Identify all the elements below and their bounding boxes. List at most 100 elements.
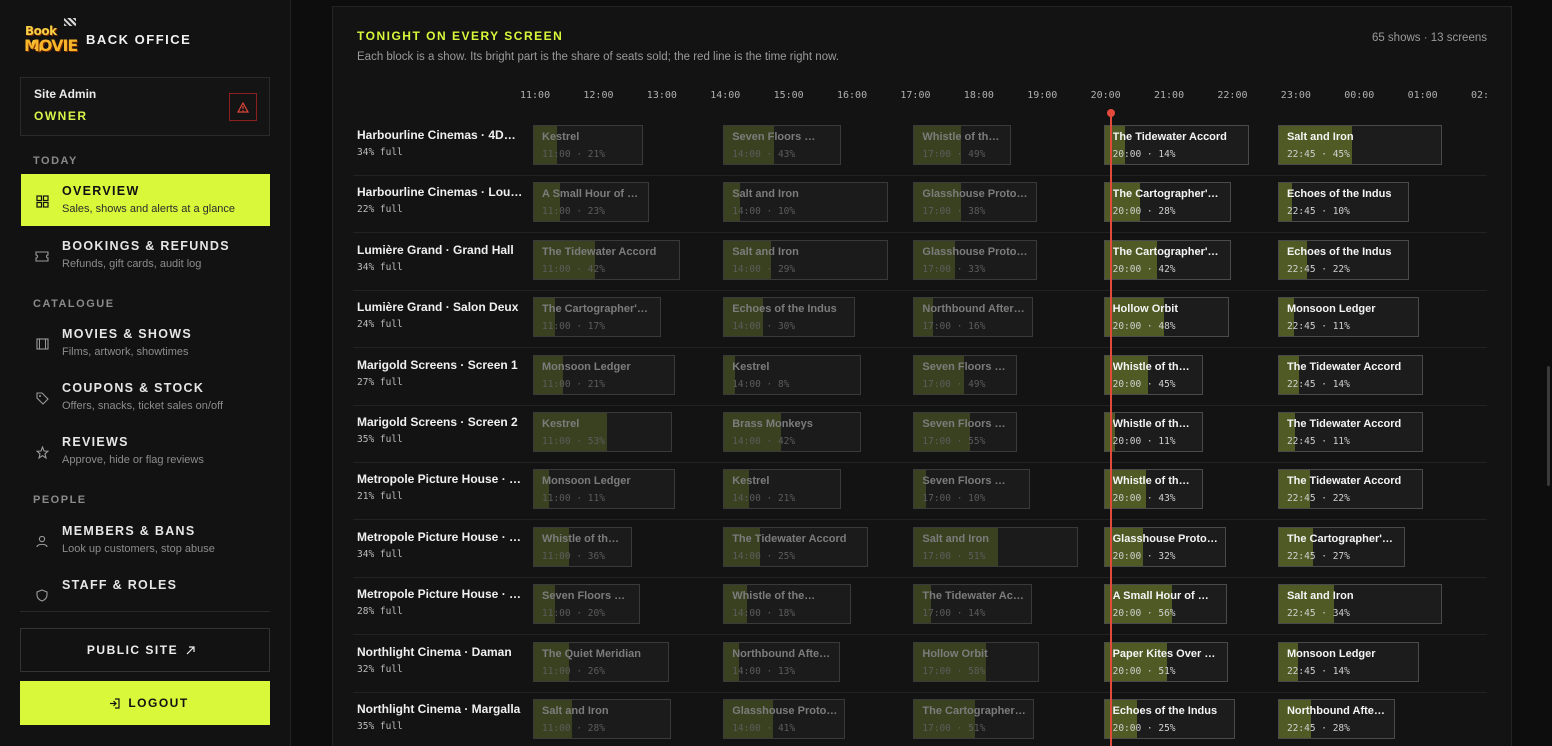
show-block[interactable]: Whistle of the… 14:00 · 18% [723, 584, 852, 625]
show-block[interactable]: Hollow Orbit 17:00 · 58% [913, 641, 1040, 682]
show-block[interactable]: The Cartographer's… 20:00 · 42% [1103, 239, 1231, 280]
public-site-button[interactable]: PUBLIC SITE [20, 628, 270, 672]
show-block[interactable]: A Small Hour of … 20:00 · 56% [1103, 584, 1227, 625]
nav-coupons-stock[interactable]: COUPONS & STOCK Offers, snacks, ticket s… [21, 371, 270, 423]
brand[interactable]: Book My MOVIE BACK OFFICE [22, 18, 191, 60]
logout-button[interactable]: LOGOUT [20, 681, 270, 725]
show-block[interactable]: Monsoon Ledger 22:45 · 11% [1277, 297, 1419, 338]
show-meta: 20:00 · 14% [1112, 149, 1176, 160]
screen-row: Marigold Screens · Screen 2 35% full Kestr… [353, 406, 1487, 463]
show-meta: 17:00 · 51% [922, 723, 986, 734]
show-block[interactable]: Echoes of the Indus 20:00 · 25% [1103, 699, 1235, 739]
screen-name[interactable]: Marigold Screens · Screen 1 [357, 358, 523, 372]
show-block[interactable]: Northbound After… 14:00 · 13% [723, 641, 841, 682]
show-block[interactable]: Salt and Iron 22:45 · 45% [1277, 125, 1442, 165]
show-block[interactable]: Whistle of the… 11:00 · 36% [533, 526, 632, 567]
screen-row: Marigold Screens · Screen 1 27% full Monso… [353, 349, 1487, 406]
show-block[interactable]: Hollow Orbit 20:00 · 48% [1103, 297, 1229, 338]
book-my-movie-logo[interactable]: Book My MOVIE [22, 18, 78, 60]
show-block[interactable]: The Cartographer's… 17:00 · 51% [913, 699, 1035, 739]
show-block[interactable]: Glasshouse Proto… 20:00 · 32% [1103, 526, 1226, 567]
show-meta: 20:00 · 11% [1112, 436, 1176, 447]
show-block[interactable]: Brass Monkeys 14:00 · 42% [723, 412, 862, 452]
screen-name[interactable]: Metropole Picture House · … [357, 472, 523, 486]
show-block[interactable]: Monsoon Ledger 22:45 · 14% [1277, 641, 1419, 682]
show-meta: 20:00 · 42% [1112, 263, 1176, 275]
show-block[interactable]: Salt and Iron 14:00 · 29% [723, 239, 889, 280]
show-title: Whistle of the… [542, 532, 625, 545]
show-title: Seven Floors … [922, 418, 1006, 430]
show-block[interactable]: Seven Floors … 11:00 · 20% [533, 584, 640, 625]
show-block[interactable]: Kestrel 11:00 · 53% [533, 412, 672, 452]
show-block[interactable]: The Tidewater Accord 22:45 · 14% [1277, 354, 1423, 395]
show-block[interactable]: A Small Hour of … 11:00 · 23% [533, 182, 649, 223]
show-block[interactable]: Kestrel 14:00 · 8% [723, 354, 862, 395]
screen-name[interactable]: Metropole Picture House · … [357, 530, 523, 544]
show-block[interactable]: Seven Floors … 17:00 · 55% [913, 412, 1018, 452]
show-block[interactable]: Salt and Iron 17:00 · 51% [913, 526, 1079, 567]
screen-name[interactable]: Marigold Screens · Screen 2 [357, 415, 523, 429]
screen-row: Harbourline Cinemas · 4DX … 34% full Kestr… [353, 119, 1487, 176]
nav-movies-shows[interactable]: MOVIES & SHOWS Films, artwork, showtimes [21, 317, 270, 369]
show-title: The Tidewater Accord [542, 245, 657, 258]
show-title: Hollow Orbit [1112, 303, 1178, 316]
show-block[interactable]: The Cartographer's… 20:00 · 28% [1103, 182, 1231, 223]
show-block[interactable]: The Cartographer's… 11:00 · 17% [533, 297, 661, 338]
screen-name[interactable]: Lumière Grand · Salon Deux [357, 300, 523, 314]
show-block[interactable]: Salt and Iron 14:00 · 10% [723, 182, 889, 223]
screen-name[interactable]: Harbourline Cinemas · Lou… [357, 185, 523, 199]
nav-staff-roles[interactable]: STAFF & ROLES [21, 568, 270, 608]
screen-fill-percent: 28% full [357, 606, 403, 618]
panel-title: TONIGHT ON EVERY SCREEN [357, 29, 564, 43]
show-block[interactable]: Glasshouse Proto… 17:00 · 33% [913, 239, 1038, 280]
screen-name[interactable]: Harbourline Cinemas · 4DX … [357, 128, 523, 142]
show-title: The Quiet Meridian [542, 647, 642, 660]
show-block[interactable]: Echoes of the Indus 22:45 · 10% [1277, 182, 1409, 223]
show-block[interactable]: Paper Kites Over L… 20:00 · 51% [1103, 641, 1228, 682]
show-block[interactable]: Monsoon Ledger 11:00 · 21% [533, 354, 675, 395]
screen-row: Lumière Grand · Grand Hall 34% full The Ti… [353, 234, 1487, 291]
screen-name[interactable]: Northlight Cinema · Margalla [357, 702, 523, 716]
show-block[interactable]: The Tidewater Accord 14:00 · 25% [723, 526, 869, 567]
show-block[interactable]: Whistle of the… 20:00 · 11% [1103, 412, 1203, 452]
show-block[interactable]: The Tidewater Accord 11:00 · 42% [533, 239, 680, 280]
show-block[interactable]: The Tidewater Accord 22:45 · 22% [1277, 469, 1423, 510]
show-block[interactable]: Whistle of the… 17:00 · 49% [913, 125, 1012, 165]
screen-name[interactable]: Lumière Grand · Grand Hall [357, 243, 523, 257]
show-block[interactable]: Glasshouse Proto… 14:00 · 41% [723, 699, 846, 739]
show-block[interactable]: Salt and Iron 11:00 · 28% [533, 699, 671, 739]
nav-coupons-title: COUPONS & STOCK [62, 381, 205, 395]
show-block[interactable]: Salt and Iron 22:45 · 34% [1277, 584, 1442, 625]
show-block[interactable]: Seven Floors … 17:00 · 49% [913, 354, 1018, 395]
show-block[interactable]: Kestrel 14:00 · 21% [723, 469, 842, 510]
show-block[interactable]: The Quiet Meridian 11:00 · 26% [533, 641, 669, 682]
time-tick: 15:00 [773, 90, 804, 101]
show-block[interactable]: The Tidewater Accord 17:00 · 14% [913, 584, 1033, 625]
screen-name[interactable]: Metropole Picture House · … [357, 587, 523, 601]
show-block[interactable]: Glasshouse Proto… 17:00 · 38% [913, 182, 1038, 223]
show-title: The Tidewater Accord [1286, 418, 1402, 430]
page-scrollbar-thumb[interactable] [1547, 366, 1550, 486]
nav-reviews[interactable]: REVIEWS Approve, hide or flag reviews [21, 425, 270, 477]
grid-icon [35, 194, 49, 208]
show-block[interactable]: Echoes of the Indus 22:45 · 22% [1277, 239, 1409, 280]
show-title: A Small Hour of … [542, 188, 639, 201]
show-block[interactable]: Whistle of the… 20:00 · 45% [1103, 354, 1203, 395]
nav-members-bans[interactable]: MEMBERS & BANS Look up customers, stop a… [21, 514, 270, 566]
show-block[interactable]: Echoes of the Indus 14:00 · 30% [723, 297, 856, 338]
show-title: A Small Hour of … [1112, 590, 1209, 603]
show-block[interactable]: Seven Floors … 14:00 · 43% [723, 125, 842, 165]
nav-bookings-refunds[interactable]: BOOKINGS & REFUNDS Refunds, gift cards, … [21, 229, 270, 281]
show-block[interactable]: Northbound After… 22:45 · 28% [1277, 699, 1395, 739]
alerts-button[interactable] [229, 93, 257, 121]
show-block[interactable]: The Cartographer's… 22:45 · 27% [1277, 526, 1405, 567]
show-block[interactable]: The Tidewater Accord 22:45 · 11% [1277, 412, 1423, 452]
show-block[interactable]: Monsoon Ledger 11:00 · 11% [533, 469, 675, 510]
show-block[interactable]: The Tidewater Accord 20:00 · 14% [1103, 125, 1249, 165]
show-block[interactable]: Seven Floors … 17:00 · 10% [913, 469, 1031, 510]
show-block[interactable]: Kestrel 11:00 · 21% [533, 125, 643, 165]
nav-overview[interactable]: OVERVIEW Sales, shows and alerts at a gl… [21, 174, 270, 226]
show-block[interactable]: Whistle of the… 20:00 · 43% [1103, 469, 1203, 510]
screen-name[interactable]: Northlight Cinema · Daman [357, 645, 523, 659]
show-block[interactable]: Northbound After… 17:00 · 16% [913, 297, 1034, 338]
